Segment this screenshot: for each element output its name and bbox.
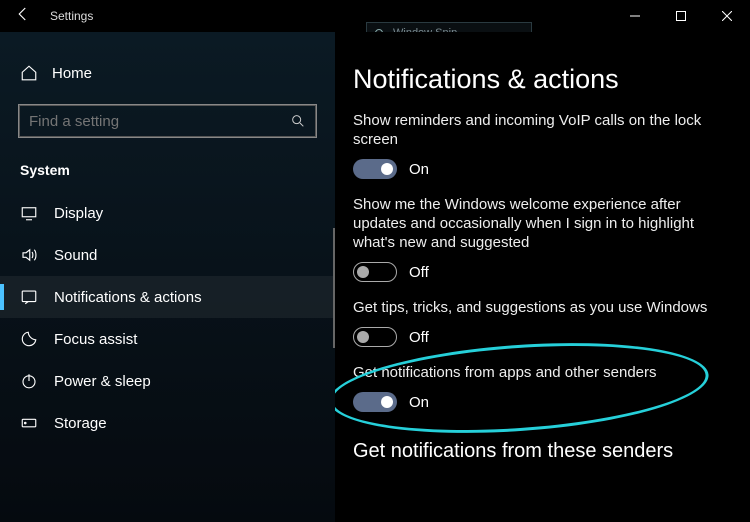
focus-assist-icon — [20, 330, 38, 348]
window-title: Settings — [50, 9, 93, 23]
titlebar-left: Settings — [0, 5, 93, 28]
toggle-welcome-experience[interactable] — [353, 262, 397, 282]
setting-lock-screen-reminders: Show reminders and incoming VoIP calls o… — [353, 111, 732, 179]
maximize-button[interactable] — [658, 0, 704, 32]
storage-icon — [20, 414, 38, 432]
search-input[interactable] — [29, 113, 290, 130]
minimize-button[interactable] — [612, 0, 658, 32]
home-icon — [20, 64, 38, 82]
sidebar-item-notifications[interactable]: Notifications & actions — [0, 276, 335, 318]
toggle-row: Off — [353, 262, 732, 282]
sidebar-item-storage[interactable]: Storage — [0, 402, 335, 444]
close-button[interactable] — [704, 0, 750, 32]
toggle-row: On — [353, 392, 732, 412]
toggle-tips-suggestions[interactable] — [353, 327, 397, 347]
sidebar-item-label: Display — [54, 205, 103, 222]
search-box[interactable] — [18, 104, 317, 138]
back-button[interactable] — [14, 5, 32, 28]
toggle-state-label: On — [409, 161, 429, 178]
display-icon — [20, 204, 38, 222]
section-label: System — [0, 156, 335, 192]
home-label: Home — [52, 65, 92, 82]
notifications-icon — [20, 288, 38, 306]
search-icon — [290, 113, 306, 129]
settings-window: Settings Window Snip Home — [0, 0, 750, 522]
annotation-ellipse — [335, 332, 712, 444]
setting-welcome-experience: Show me the Windows welcome experience a… — [353, 195, 732, 282]
toggle-row: On — [353, 159, 732, 179]
body: Home System Display Sound — [0, 32, 750, 522]
sidebar-item-label: Notifications & actions — [54, 289, 202, 306]
toggle-lock-screen-reminders[interactable] — [353, 159, 397, 179]
setting-desc: Get notifications from apps and other se… — [353, 363, 732, 382]
setting-desc: Show reminders and incoming VoIP calls o… — [353, 111, 732, 149]
sidebar: Home System Display Sound — [0, 32, 335, 522]
content-pane: Notifications & actions Show reminders a… — [335, 32, 750, 522]
home-link[interactable]: Home — [0, 56, 335, 90]
setting-desc: Show me the Windows welcome experience a… — [353, 195, 732, 252]
power-icon — [20, 372, 38, 390]
toggle-state-label: Off — [409, 264, 429, 281]
senders-subheading: Get notifications from these senders — [353, 440, 732, 463]
setting-tips-suggestions: Get tips, tricks, and suggestions as you… — [353, 298, 732, 347]
sidebar-item-label: Sound — [54, 247, 97, 264]
setting-app-notifications: Get notifications from apps and other se… — [353, 363, 732, 412]
sidebar-item-display[interactable]: Display — [0, 192, 335, 234]
sidebar-item-label: Power & sleep — [54, 373, 151, 390]
sound-icon — [20, 246, 38, 264]
page-title: Notifications & actions — [353, 32, 732, 107]
setting-desc: Get tips, tricks, and suggestions as you… — [353, 298, 732, 317]
sidebar-item-label: Storage — [54, 415, 107, 432]
window-controls — [612, 0, 750, 32]
sidebar-item-label: Focus assist — [54, 331, 137, 348]
toggle-app-notifications[interactable] — [353, 392, 397, 412]
toggle-state-label: On — [409, 394, 429, 411]
sidebar-item-focus-assist[interactable]: Focus assist — [0, 318, 335, 360]
toggle-row: Off — [353, 327, 732, 347]
sidebar-item-sound[interactable]: Sound — [0, 234, 335, 276]
sidebar-item-power-sleep[interactable]: Power & sleep — [0, 360, 335, 402]
toggle-state-label: Off — [409, 329, 429, 346]
